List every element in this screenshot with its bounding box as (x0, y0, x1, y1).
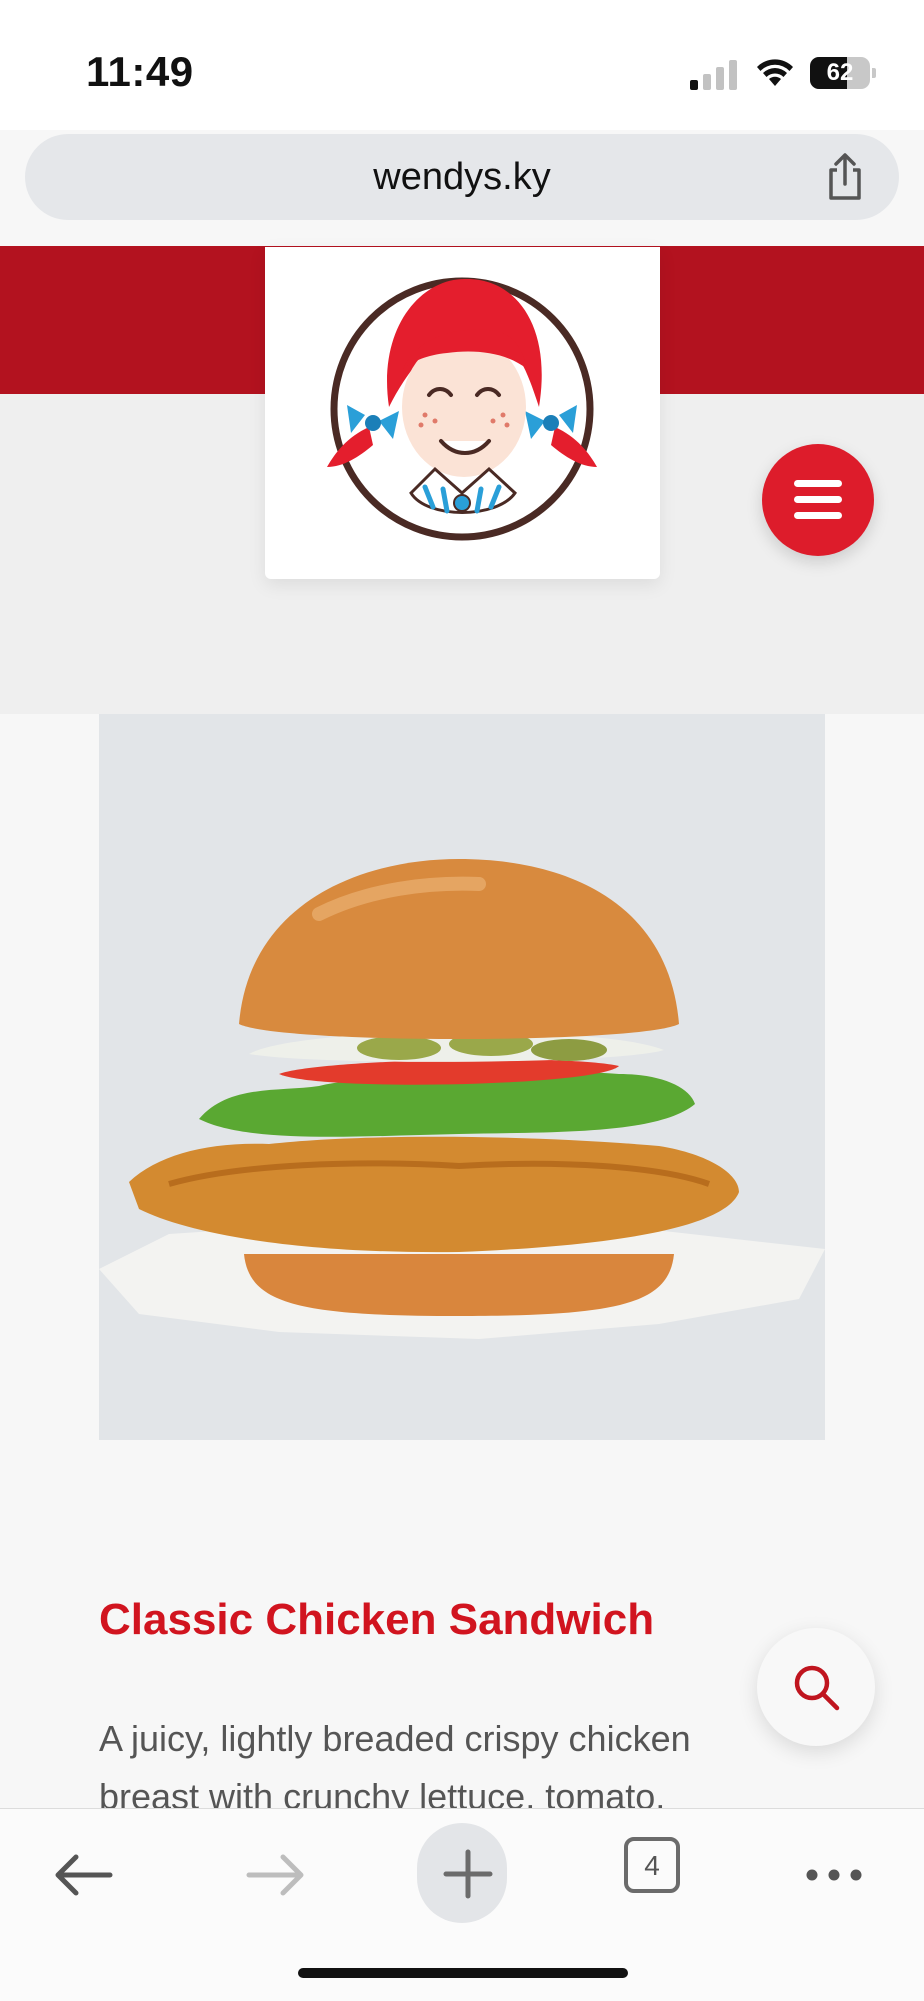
status-bar: 11:49 62 (0, 0, 924, 130)
description-line: A juicy, lightly breaded crispy chicken (99, 1718, 691, 1759)
back-arrow-icon (55, 1854, 113, 1896)
search-icon (794, 1665, 840, 1711)
back-button[interactable] (32, 1829, 122, 1919)
battery-level: 62 (826, 59, 854, 86)
chicken-sandwich-image (99, 859, 825, 1339)
new-tab-button[interactable] (417, 1823, 507, 1923)
home-indicator[interactable] (298, 1968, 628, 1978)
hamburger-icon (794, 480, 842, 519)
share-icon[interactable] (820, 152, 870, 202)
menu-button[interactable] (762, 444, 874, 556)
product-image (99, 714, 825, 1440)
plus-icon (443, 1849, 493, 1899)
address-bar[interactable]: wendys.ky (25, 134, 899, 220)
battery-icon: 62 (810, 57, 876, 89)
search-button[interactable] (757, 1628, 875, 1746)
wifi-icon (757, 59, 793, 86)
wendys-logo[interactable] (265, 247, 660, 579)
forward-arrow-icon (246, 1854, 304, 1896)
more-dots-icon (806, 1869, 862, 1881)
forward-button[interactable] (225, 1829, 315, 1919)
tabs-button[interactable]: 4 (624, 1837, 680, 1893)
product-title: Classic Chicken Sandwich (99, 1595, 655, 1644)
status-time: 11:49 (86, 48, 194, 95)
signal-icon (690, 60, 737, 90)
url-text[interactable]: wendys.ky (25, 134, 899, 220)
wendys-logo-image (327, 277, 597, 541)
more-button[interactable] (783, 1829, 873, 1919)
